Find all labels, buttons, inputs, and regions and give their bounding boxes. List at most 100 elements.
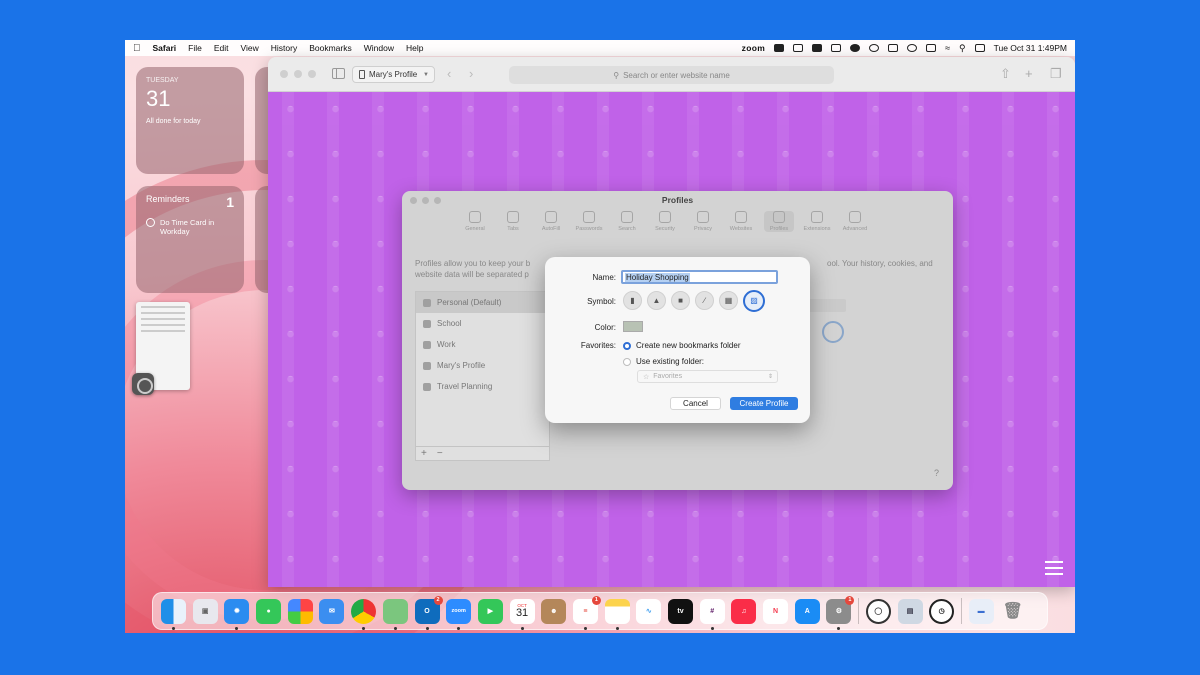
tab-security[interactable]: Security (650, 211, 680, 232)
create-profile-button[interactable]: Create Profile (730, 397, 798, 410)
existing-folder-select[interactable]: ☆ Favorites ⇕ (637, 370, 778, 383)
menu-bookmarks[interactable]: Bookmarks (309, 43, 352, 53)
tab-profiles[interactable]: Profiles (764, 211, 794, 232)
symbol-building-icon[interactable]: ▦ (719, 291, 738, 310)
downloads-folder-icon[interactable]: ▬ (968, 598, 994, 624)
chrome-icon[interactable] (351, 598, 377, 630)
new-tab-icon[interactable]: + (1025, 66, 1033, 81)
messages-icon[interactable]: ● (256, 598, 282, 624)
profile-item-personal[interactable]: Personal (Default) (416, 292, 549, 313)
minimize-window-button[interactable] (294, 70, 302, 78)
trash-icon[interactable]: 🗑 (1000, 599, 1025, 624)
reminders-widget[interactable]: Reminders 1 Do Time Card in Workday (136, 186, 244, 293)
tab-tabs[interactable]: Tabs (498, 211, 528, 232)
customize-icon[interactable] (1045, 561, 1063, 577)
spotlight-icon[interactable]: ⚲ (959, 43, 966, 54)
symbol-hammer-icon[interactable]: ∕ (695, 291, 714, 310)
menu-file[interactable]: File (188, 43, 202, 53)
profile-item-marys[interactable]: Mary's Profile (416, 355, 549, 376)
reminder-item[interactable]: Do Time Card in Workday (146, 218, 234, 236)
printer-icon[interactable] (888, 44, 899, 52)
preview-icon[interactable]: ▤ (897, 598, 923, 624)
system-settings-thumb-icon[interactable] (132, 373, 154, 395)
globe-icon[interactable] (869, 44, 880, 52)
wifi-icon[interactable]: ≈ (945, 43, 950, 53)
share-icon[interactable]: ⇧ (1000, 66, 1011, 82)
profile-name-input[interactable]: Holiday Shopping (621, 270, 778, 284)
sidebar-toggle-icon[interactable] (332, 68, 345, 79)
safari-icon[interactable]: ✹ (224, 598, 250, 630)
apple-tv-icon[interactable]: tv (668, 598, 693, 624)
add-profile-button[interactable]: + (421, 448, 427, 459)
profile-item-travel[interactable]: Travel Planning (416, 376, 549, 397)
stats-icon[interactable] (812, 44, 823, 52)
menu-edit[interactable]: Edit (214, 43, 229, 53)
profile-item-work[interactable]: Work (416, 334, 549, 355)
zoom-status-item[interactable]: zoom (742, 43, 765, 53)
clipboard-icon[interactable] (793, 44, 804, 52)
tab-websites[interactable]: Websites (726, 211, 756, 232)
menu-view[interactable]: View (240, 43, 258, 53)
freeform-icon[interactable]: ∿ (636, 598, 662, 624)
symbol-graduation-cap-icon[interactable]: ▲ (647, 291, 666, 310)
symbol-shopping-bag-icon[interactable]: ▨ (743, 289, 765, 312)
existing-folder-radio[interactable] (623, 357, 631, 366)
profile-switcher[interactable]: Mary's Profile ▼ (352, 66, 435, 83)
menu-clock[interactable]: Tue Oct 31 1:49PM (994, 43, 1067, 53)
slack-icon[interactable]: # (699, 598, 725, 630)
tab-autofill[interactable]: AutoFill (536, 211, 566, 232)
help-button[interactable]: ? (934, 468, 939, 478)
battery-icon[interactable] (926, 44, 937, 52)
tab-extensions[interactable]: Extensions (802, 211, 832, 232)
apple-menu-icon[interactable]:  (133, 43, 141, 54)
tab-general[interactable]: General (460, 211, 490, 232)
calendar-widget[interactable]: TUESDAY 31 All done for today (136, 67, 244, 174)
mail-icon[interactable]: ✉ (319, 598, 345, 624)
launchpad-icon[interactable]: ▣ (192, 598, 218, 624)
close-window-button[interactable] (280, 70, 288, 78)
reminder-checkbox[interactable] (146, 218, 155, 227)
globe-app-icon[interactable]: ◯ (865, 598, 891, 624)
clock-icon[interactable] (907, 44, 918, 52)
symbol-badge-icon[interactable]: ▮ (623, 291, 642, 310)
color-well[interactable] (623, 321, 643, 332)
news-icon[interactable]: N (763, 598, 789, 624)
cancel-button[interactable]: Cancel (670, 397, 721, 410)
create-folder-radio[interactable] (623, 341, 631, 350)
back-arrow-icon[interactable]: ‹ (447, 66, 451, 81)
create-folder-option[interactable]: Create new bookmarks folder (623, 341, 741, 350)
menu-window[interactable]: Window (364, 43, 394, 53)
check-icon[interactable] (850, 44, 861, 52)
reminders-app-icon[interactable]: ≡ 1 (572, 595, 601, 630)
outlook-icon[interactable]: O2 (414, 595, 443, 630)
tab-passwords[interactable]: Passwords (574, 211, 604, 232)
app-store-icon[interactable]: A (794, 598, 820, 624)
control-center-icon[interactable] (974, 44, 985, 52)
existing-folder-option[interactable]: Use existing folder: (623, 357, 704, 366)
menu-app-name[interactable]: Safari (153, 43, 177, 53)
symbol-briefcase-icon[interactable]: ■ (671, 291, 690, 310)
music-icon[interactable]: ♫ (731, 598, 757, 624)
zoom-window-button[interactable] (308, 70, 316, 78)
screen-icon[interactable] (831, 44, 842, 52)
zoom-app-icon[interactable]: zoom (446, 598, 472, 630)
profile-item-school[interactable]: School (416, 313, 549, 334)
finder-icon[interactable] (161, 598, 186, 630)
tab-search[interactable]: Search (612, 211, 642, 232)
menu-help[interactable]: Help (406, 43, 423, 53)
photos-icon[interactable] (287, 598, 313, 624)
forward-arrow-icon[interactable]: › (469, 66, 473, 81)
remove-profile-button[interactable]: − (437, 448, 443, 459)
menu-history[interactable]: History (271, 43, 297, 53)
address-bar[interactable]: ⚲ Search or enter website name (509, 66, 834, 84)
tab-overview-icon[interactable]: ❐ (1050, 66, 1062, 82)
maps-icon[interactable] (382, 598, 408, 630)
cloud-icon[interactable] (774, 44, 785, 52)
clock-app-icon[interactable]: ◷ (929, 598, 955, 624)
tab-privacy[interactable]: Privacy (688, 211, 718, 232)
facetime-icon[interactable]: ▶ (477, 598, 503, 624)
notes-icon[interactable] (604, 598, 630, 630)
contacts-icon[interactable]: ☻ (541, 598, 567, 624)
calendar-icon[interactable]: OCT 31 (509, 598, 535, 630)
system-settings-icon[interactable]: ⚙ 1 (826, 595, 855, 630)
